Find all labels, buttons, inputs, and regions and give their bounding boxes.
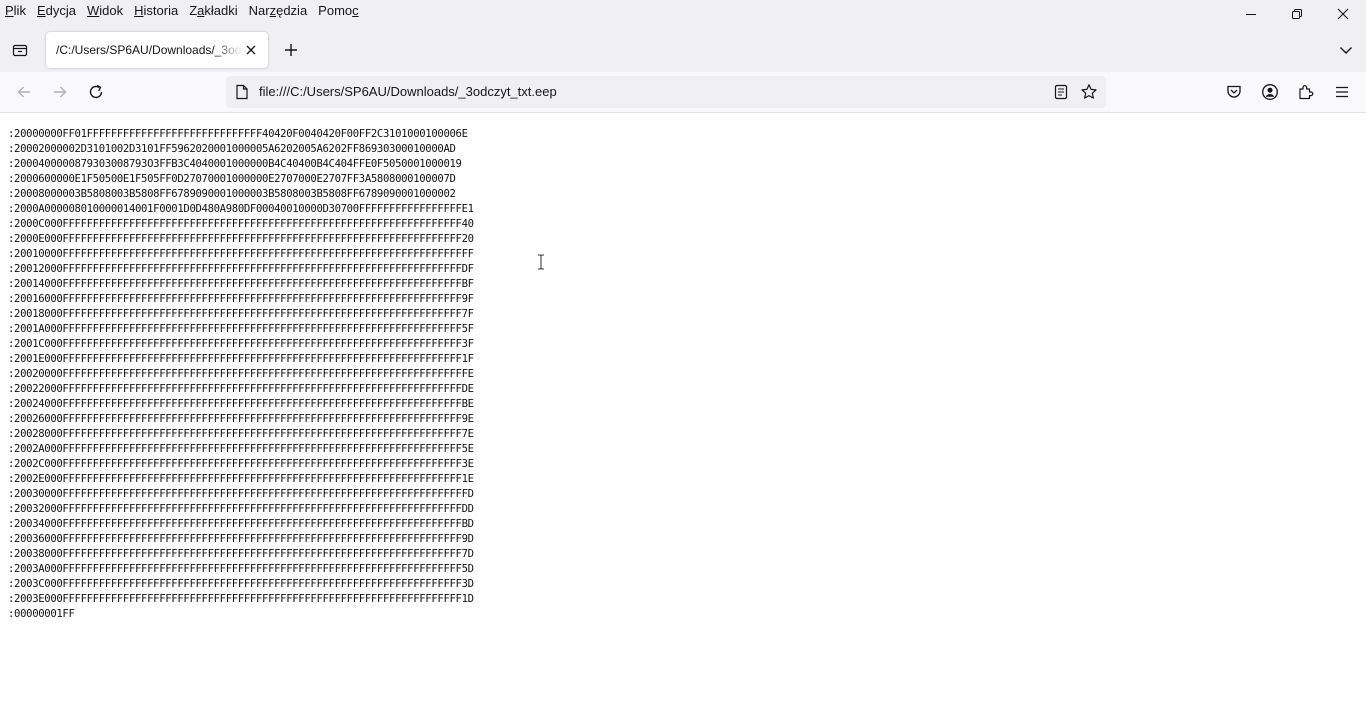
text-line: :20008000003B5808003B5808FF6789090001000…	[8, 188, 456, 200]
text-line: :20038000FFFFFFFFFFFFFFFFFFFFFFFFFFFFFFF…	[8, 548, 474, 560]
file-text: :20000000FF01FFFFFFFFFFFFFFFFFFFFFFFFFFF…	[8, 127, 474, 622]
text-line: :2003A000FFFFFFFFFFFFFFFFFFFFFFFFFFFFFFF…	[8, 563, 474, 575]
firefox-view-icon	[12, 44, 28, 57]
text-line: :20018000FFFFFFFFFFFFFFFFFFFFFFFFFFFFFFF…	[8, 308, 474, 320]
text-line: :20010000FFFFFFFFFFFFFFFFFFFFFFFFFFFFFFF…	[8, 248, 474, 260]
text-line: :20032000FFFFFFFFFFFFFFFFFFFFFFFFFFFFFFF…	[8, 503, 474, 515]
url-text[interactable]: file:///C:/Users/SP6AU/Downloads/_3odczy…	[259, 84, 557, 100]
close-icon	[1337, 8, 1349, 20]
text-line: :20034000FFFFFFFFFFFFFFFFFFFFFFFFFFFFFFF…	[8, 518, 474, 530]
text-line: :20036000FFFFFFFFFFFFFFFFFFFFFFFFFFFFFFF…	[8, 533, 474, 545]
title-bar: Plik Edycja Widok Historia Zakładki Narz…	[0, 0, 1366, 72]
puzzle-icon	[1299, 85, 1314, 100]
text-line: :20024000FFFFFFFFFFFFFFFFFFFFFFFFFFFFFFF…	[8, 398, 474, 410]
window-controls	[1228, 0, 1366, 28]
tab-title: /C:/Users/SP6AU/Downloads/_3odczyt_txt.e…	[56, 43, 242, 57]
new-tab-button[interactable]	[279, 38, 303, 62]
tab-active[interactable]: /C:/Users/SP6AU/Downloads/_3odczyt_txt.e…	[46, 32, 268, 68]
url-bar[interactable]: file:///C:/Users/SP6AU/Downloads/_3odczy…	[226, 76, 1106, 108]
menu-plik[interactable]: Plik	[5, 1, 26, 21]
close-window-button[interactable]	[1320, 0, 1366, 28]
text-line: :2003E000FFFFFFFFFFFFFFFFFFFFFFFFFFFFFFF…	[8, 593, 474, 605]
text-line: :20016000FFFFFFFFFFFFFFFFFFFFFFFFFFFFFFF…	[8, 293, 474, 305]
text-line: :2001E000FFFFFFFFFFFFFFFFFFFFFFFFFFFFFFF…	[8, 353, 474, 365]
text-line: :20030000FFFFFFFFFFFFFFFFFFFFFFFFFFFFFFF…	[8, 488, 474, 500]
text-cursor-icon	[538, 254, 544, 270]
star-icon	[1081, 84, 1097, 99]
tab-strip: /C:/Users/SP6AU/Downloads/_3odczyt_txt.e…	[0, 28, 1366, 72]
bookmark-star-button[interactable]	[1079, 82, 1099, 102]
text-line: :2000E000FFFFFFFFFFFFFFFFFFFFFFFFFFFFFFF…	[8, 233, 474, 245]
minimize-button[interactable]	[1228, 0, 1274, 28]
tab-close-button[interactable]	[242, 41, 260, 59]
list-all-tabs-button[interactable]	[1334, 38, 1358, 62]
text-line: :20012000FFFFFFFFFFFFFFFFFFFFFFFFFFFFFFF…	[8, 263, 474, 275]
menu-historia[interactable]: Historia	[134, 1, 178, 21]
text-line: :20020000FFFFFFFFFFFFFFFFFFFFFFFFFFFFFFF…	[8, 368, 474, 380]
page-icon	[234, 84, 250, 100]
restore-icon	[1292, 9, 1302, 19]
text-line: :20022000FFFFFFFFFFFFFFFFFFFFFFFFFFFFFFF…	[8, 383, 474, 395]
text-line: :2002C000FFFFFFFFFFFFFFFFFFFFFFFFFFFFFFF…	[8, 458, 474, 470]
back-button[interactable]	[12, 80, 36, 104]
pocket-button[interactable]	[1222, 80, 1246, 104]
app-menu-button[interactable]	[1330, 80, 1354, 104]
navigation-toolbar: file:///C:/Users/SP6AU/Downloads/_3odczy…	[0, 72, 1366, 113]
text-line: :00000001FF	[8, 608, 75, 620]
minimize-icon	[1246, 14, 1256, 15]
text-line: :20000000FF01FFFFFFFFFFFFFFFFFFFFFFFFFFF…	[8, 128, 468, 140]
text-line: :2001C000FFFFFFFFFFFFFFFFFFFFFFFFFFFFFFF…	[8, 338, 474, 350]
menu-pomoc[interactable]: Pomoc	[318, 1, 358, 21]
arrow-left-icon	[17, 86, 30, 98]
reader-view-icon	[1054, 84, 1068, 100]
account-button[interactable]	[1258, 80, 1282, 104]
page-content: :20000000FF01FFFFFFFFFFFFFFFFFFFFFFFFFFF…	[0, 113, 1366, 728]
text-line: :2000400000879303008793O3FFB3C4040001000…	[8, 158, 462, 170]
forward-button[interactable]	[48, 80, 72, 104]
text-line: :2001A000FFFFFFFFFFFFFFFFFFFFFFFFFFFFFFF…	[8, 323, 474, 335]
chevron-down-icon	[1340, 47, 1352, 54]
hamburger-menu-icon	[1336, 86, 1348, 98]
text-line: :20026000FFFFFFFFFFFFFFFFFFFFFFFFFFFFFFF…	[8, 413, 474, 425]
menu-widok[interactable]: Widok	[87, 1, 123, 21]
text-line: :2000C000FFFFFFFFFFFFFFFFFFFFFFFFFFFFFFF…	[8, 218, 474, 230]
extensions-button[interactable]	[1294, 80, 1318, 104]
restore-button[interactable]	[1274, 0, 1320, 28]
firefox-view-button[interactable]	[8, 38, 32, 62]
text-line: :2002A000FFFFFFFFFFFFFFFFFFFFFFFFFFFFFFF…	[8, 443, 474, 455]
menu-bar: Plik Edycja Widok Historia Zakładki Narz…	[0, 0, 370, 22]
text-line: :20002000002D3101002D3101FF5962020001000…	[8, 143, 456, 155]
reader-view-button[interactable]	[1051, 82, 1071, 102]
plus-icon	[285, 44, 297, 56]
text-line: :2003C000FFFFFFFFFFFFFFFFFFFFFFFFFFFFFFF…	[8, 578, 474, 590]
arrow-right-icon	[54, 86, 67, 98]
text-line: :2002E000FFFFFFFFFFFFFFFFFFFFFFFFFFFFFFF…	[8, 473, 474, 485]
document-icon	[236, 84, 248, 100]
account-icon	[1262, 84, 1278, 100]
reload-icon	[89, 84, 103, 99]
menu-zakladki[interactable]: Zakładki	[189, 1, 237, 21]
menu-narzedzia[interactable]: Narzędzia	[249, 1, 308, 21]
text-line: :20028000FFFFFFFFFFFFFFFFFFFFFFFFFFFFFFF…	[8, 428, 474, 440]
pocket-icon	[1227, 85, 1241, 98]
text-line: :20014000FFFFFFFFFFFFFFFFFFFFFFFFFFFFFFF…	[8, 278, 474, 290]
close-icon	[246, 45, 256, 55]
menu-edycja[interactable]: Edycja	[37, 1, 76, 21]
text-line: :2000A000008010000014001F0001D0D480A980D…	[8, 203, 474, 215]
text-line: :2000600000E1F50500E1F505FF0D27070001000…	[8, 173, 456, 185]
reload-button[interactable]	[84, 80, 108, 104]
